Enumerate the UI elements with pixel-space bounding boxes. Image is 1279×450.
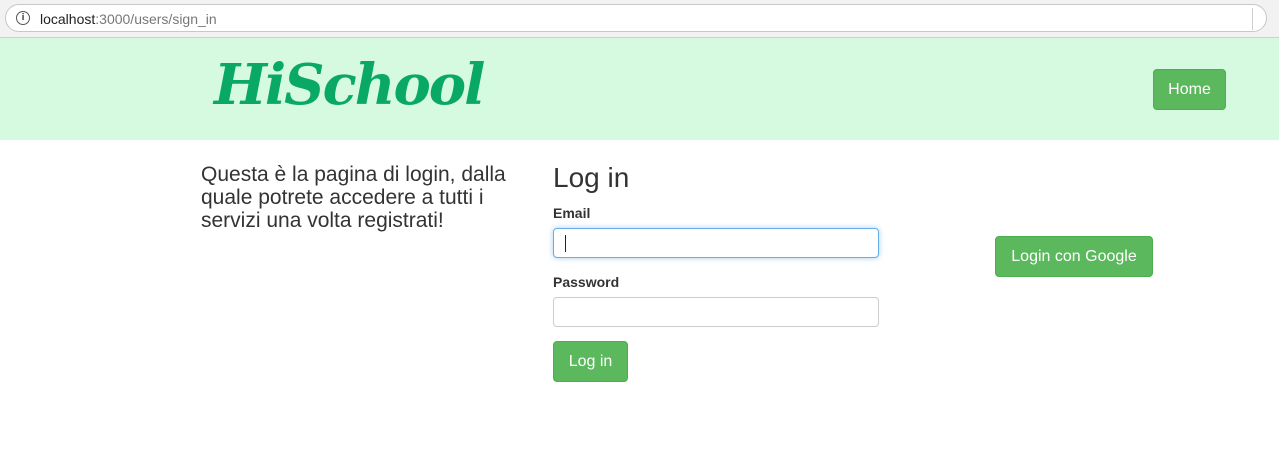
login-title: Log in <box>553 162 630 193</box>
password-label: Password <box>553 274 620 290</box>
login-button[interactable]: Log in <box>553 341 628 382</box>
url-text[interactable]: localhost:3000/users/sign_in <box>40 11 217 27</box>
email-field[interactable] <box>553 228 879 258</box>
browser-toolbar: i localhost:3000/users/sign_in <box>0 0 1279 38</box>
url-host: localhost <box>40 11 96 27</box>
address-bar[interactable]: i localhost:3000/users/sign_in <box>5 4 1267 32</box>
google-login-button[interactable]: Login con Google <box>995 236 1153 277</box>
info-icon[interactable]: i <box>16 11 30 25</box>
url-path: :3000/users/sign_in <box>95 11 217 27</box>
hischool-logo[interactable]: HiSchool <box>214 54 485 116</box>
home-button[interactable]: Home <box>1153 69 1226 110</box>
text-cursor <box>565 235 566 252</box>
email-label: Email <box>553 205 591 221</box>
site-header: HiSchool Home <box>0 38 1279 140</box>
password-field[interactable] <box>553 297 879 327</box>
intro-text: Questa è la pagina di login, dalla quale… <box>201 163 506 232</box>
address-bar-edge <box>1252 8 1267 30</box>
